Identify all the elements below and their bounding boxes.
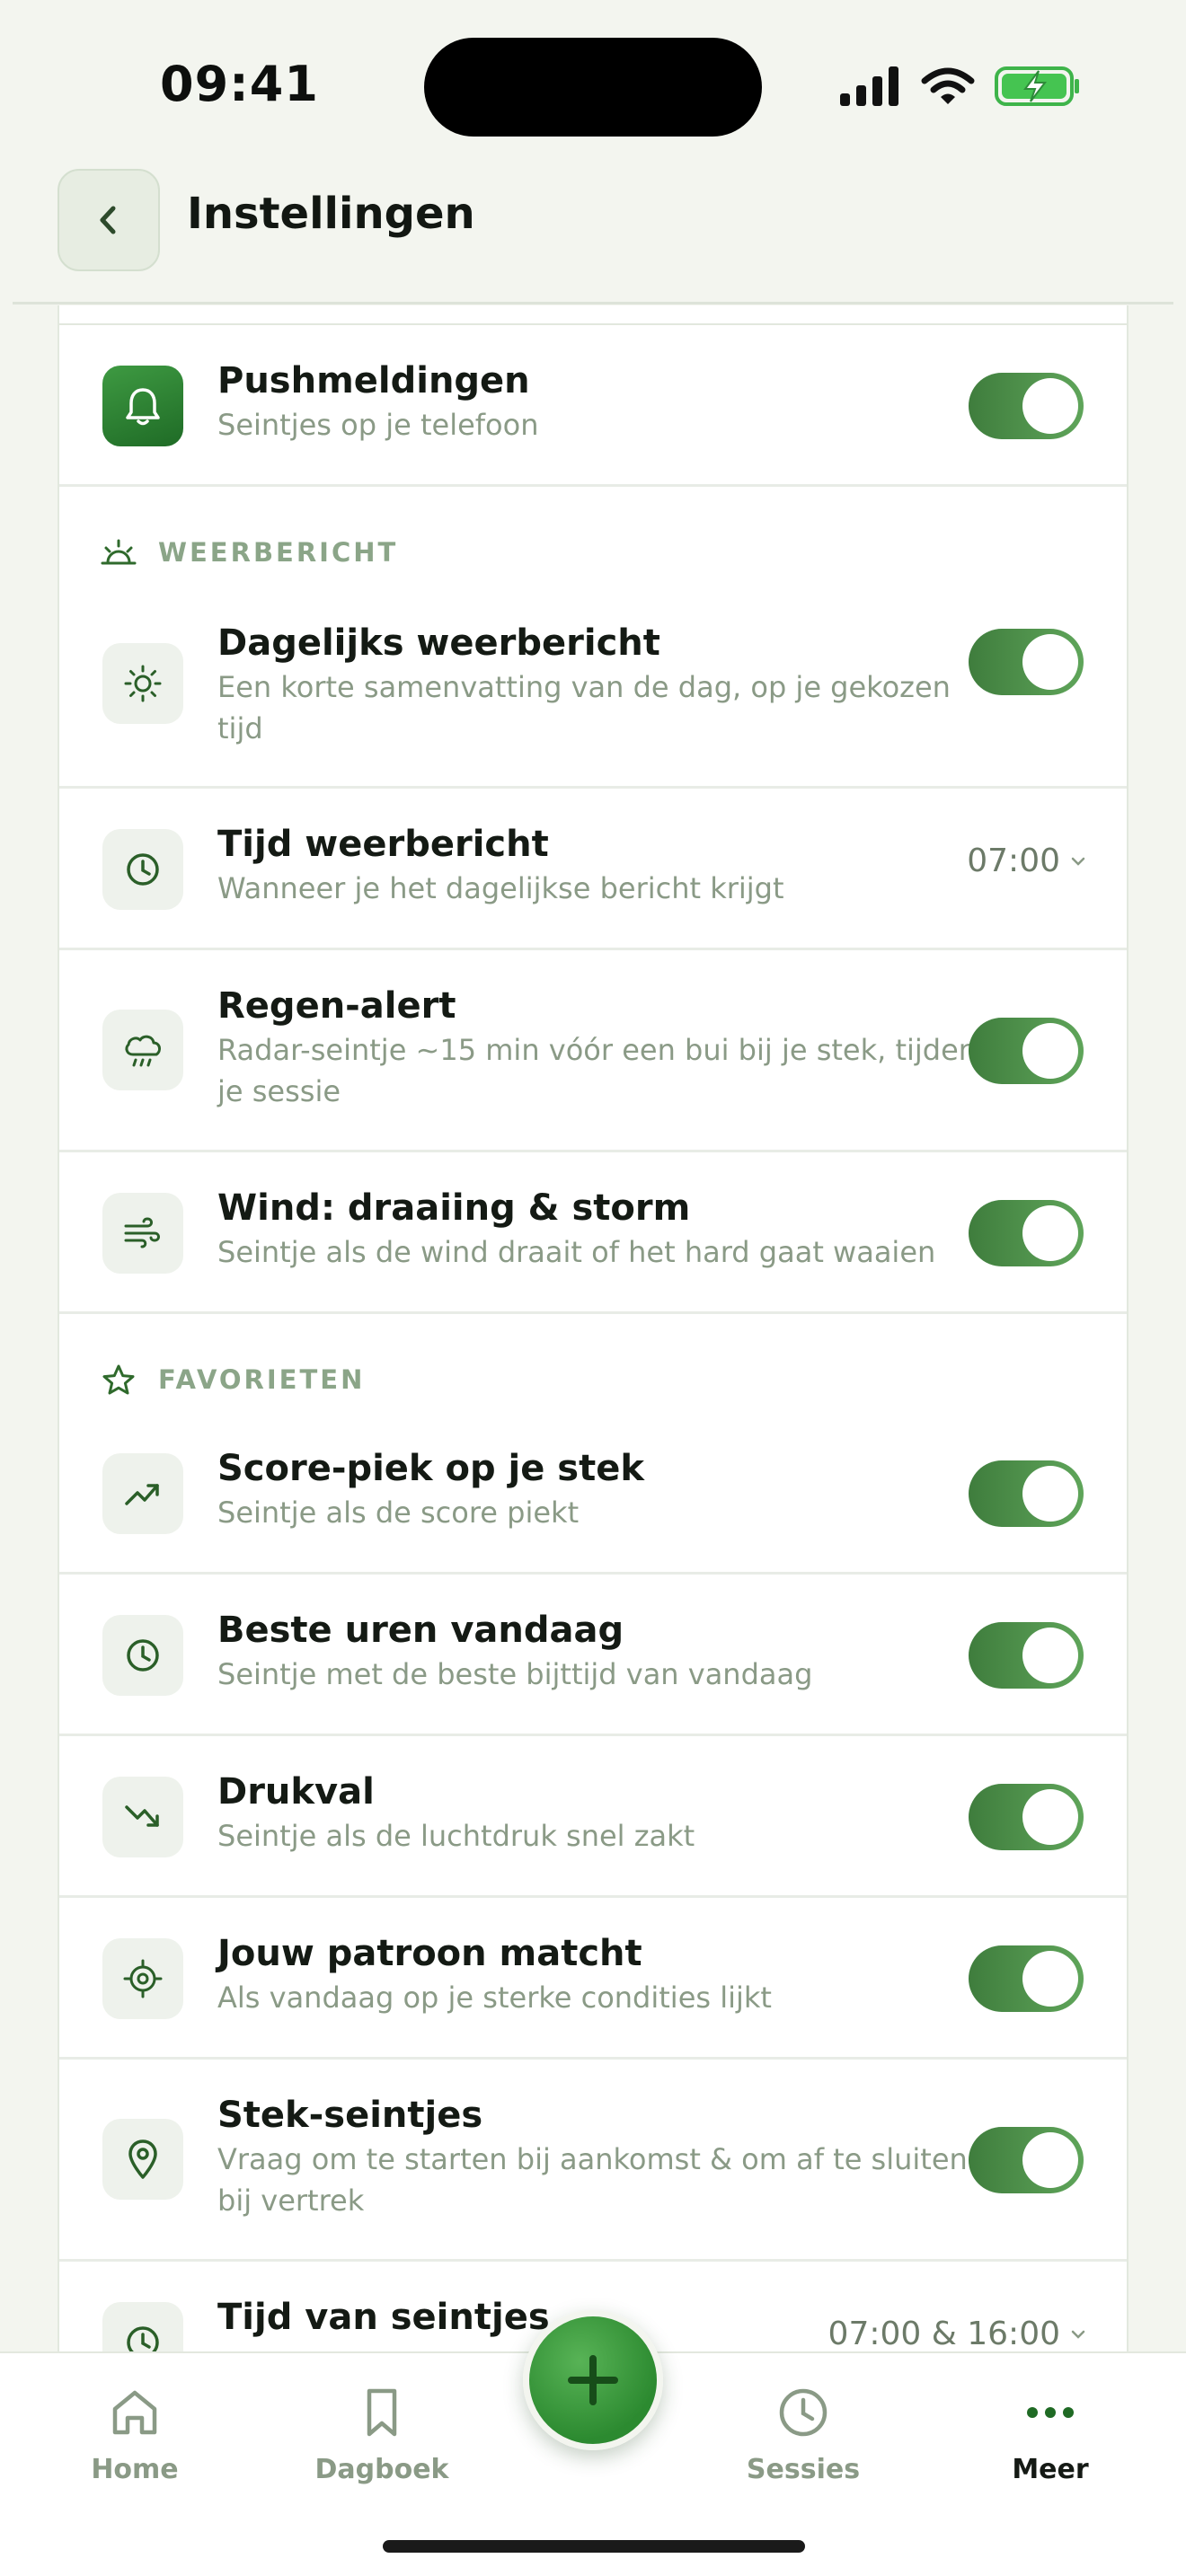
setting-row-best-hours[interactable]: Beste uren vandaag Seintje met de beste … — [59, 1575, 1127, 1736]
setting-subtitle: Wanneer je het dagelijkse bericht krijgt — [217, 871, 784, 905]
nav-journal[interactable]: Dagboek — [292, 2386, 472, 2485]
select-value: 07:00 — [967, 842, 1060, 879]
page-title: Instellingen — [187, 189, 475, 239]
wifi-icon — [921, 67, 975, 104]
settings-scroll-area[interactable]: Pushmeldingen Seintjes op je telefoon WE… — [0, 305, 1186, 2351]
setting-subtitle: Een korte samenvatting van de dag, op je… — [217, 670, 951, 745]
battery-charging-icon — [995, 66, 1079, 106]
section-label: WEERBERICHT — [158, 537, 399, 568]
target-icon — [102, 1938, 183, 2019]
setting-row-push[interactable]: Pushmeldingen Seintjes op je telefoon — [59, 325, 1127, 487]
setting-subtitle: Radar-seintje ~15 min vóór een bui bij j… — [217, 1033, 992, 1108]
setting-subtitle: Vraag om te starten bij aankomst & om af… — [217, 2142, 968, 2218]
wind-icon — [102, 1193, 183, 1274]
best-hours-toggle[interactable] — [969, 1622, 1084, 1689]
clock-icon — [102, 829, 183, 910]
clock-icon — [102, 2302, 183, 2351]
daily-weather-toggle[interactable] — [969, 629, 1084, 695]
setting-subtitle: Seintje als de score piekt — [217, 1495, 580, 1530]
app-screen: 09:41 Instellingen Pushmeldingen Seintje… — [0, 0, 1186, 2576]
setting-subtitle: Seintjes op je telefoon — [217, 408, 539, 442]
nav-label: Dagboek — [314, 2454, 449, 2485]
clock-icon — [779, 2388, 828, 2437]
chevron-down-icon — [1071, 2330, 1085, 2339]
dynamic-island — [424, 38, 762, 137]
section-label: FAVORIETEN — [158, 1364, 366, 1395]
wind-toggle[interactable] — [969, 1200, 1084, 1266]
header-divider — [13, 302, 1173, 304]
setting-row-pressure-drop[interactable]: Drukval Seintje als de luchtdruk snel za… — [59, 1736, 1127, 1898]
setting-subtitle: Seintje met de beste bijttijd van vandaa… — [217, 1657, 813, 1691]
status-bar: 09:41 — [0, 0, 1186, 162]
setting-title: Regen-alert — [217, 985, 456, 1027]
spot-alerts-toggle[interactable] — [969, 2127, 1084, 2193]
section-header-favorites: FAVORIETEN — [59, 1314, 1127, 1413]
setting-row-spot-alerts[interactable]: Stek-seintjes Vraag om te starten bij aa… — [59, 2060, 1127, 2262]
setting-subtitle: Seintje als de luchtdruk snel zakt — [217, 1819, 695, 1853]
setting-subtitle: Seintje als de wind draait of het hard g… — [217, 1235, 936, 1269]
card-top-edge — [58, 305, 1128, 325]
cellular-signal-icon — [840, 66, 898, 106]
setting-title: Beste uren vandaag — [217, 1610, 624, 1651]
nav-label: Home — [91, 2454, 179, 2485]
plus-icon — [568, 2355, 618, 2405]
push-toggle[interactable] — [969, 373, 1084, 439]
back-button[interactable] — [58, 169, 160, 271]
setting-title: Stek-seintjes — [217, 2095, 483, 2136]
setting-row-weather-time[interactable]: Tijd weerbericht Wanneer je het dagelijk… — [59, 789, 1127, 950]
setting-title: Score-piek op je stek — [217, 1448, 644, 1489]
status-time: 09:41 — [160, 56, 319, 112]
clock-icon — [102, 1615, 183, 1696]
more-dots-icon — [1027, 2407, 1074, 2418]
rain-cloud-icon — [102, 1010, 183, 1090]
setting-title: Drukval — [217, 1771, 375, 1813]
status-icons — [840, 59, 1081, 113]
home-indicator — [383, 2540, 805, 2553]
setting-title: Tijd weerbericht — [217, 824, 549, 865]
nav-label: Sessies — [746, 2454, 861, 2485]
home-icon — [112, 2390, 157, 2435]
setting-row-pattern-match[interactable]: Jouw patroon matcht Als vandaag op je st… — [59, 1898, 1127, 2060]
setting-row-rain-alert[interactable]: Regen-alert Radar-seintje ~15 min vóór e… — [59, 950, 1127, 1152]
select-value: 07:00 & 16:00 — [828, 2316, 1060, 2351]
setting-row-daily-weather[interactable]: Dagelijks weerbericht Een korte samenvat… — [59, 595, 1127, 789]
notification-settings-card: Pushmeldingen Seintjes op je telefoon WE… — [58, 323, 1128, 2351]
weather-time-select[interactable]: 07:00 — [967, 842, 1087, 879]
location-pin-icon — [102, 2119, 183, 2200]
rain-alert-toggle[interactable] — [969, 1018, 1084, 1084]
chevron-left-icon — [100, 206, 116, 234]
top-header: Instellingen — [0, 162, 1186, 304]
trend-up-icon — [102, 1453, 183, 1534]
nav-sessions[interactable]: Sessies — [713, 2386, 893, 2485]
trend-down-icon — [102, 1777, 183, 1857]
setting-subtitle: Als vandaag op je sterke condities lijkt — [217, 1981, 772, 2015]
bell-icon — [102, 366, 183, 446]
score-peak-toggle[interactable] — [969, 1460, 1084, 1527]
setting-title: Dagelijks weerbericht — [217, 622, 660, 664]
chevron-down-icon — [1071, 857, 1085, 866]
nav-more[interactable]: Meer — [960, 2386, 1140, 2485]
setting-title: Wind: draaiing & storm — [217, 1187, 691, 1229]
sun-icon — [102, 643, 183, 724]
setting-title: Jouw patroon matcht — [217, 1933, 642, 1974]
bookmark-icon — [367, 2388, 397, 2437]
nav-label: Meer — [1012, 2454, 1089, 2485]
setting-row-score-peak[interactable]: Score-piek op je stek Seintje als de sco… — [59, 1413, 1127, 1575]
pattern-match-toggle[interactable] — [969, 1945, 1084, 2012]
star-icon — [102, 1364, 135, 1395]
setting-title: Pushmeldingen — [217, 360, 530, 401]
nav-home[interactable]: Home — [45, 2386, 225, 2485]
setting-row-wind[interactable]: Wind: draaiing & storm Seintje als de wi… — [59, 1152, 1127, 1314]
sunset-icon — [101, 539, 137, 565]
add-button[interactable] — [523, 2310, 663, 2450]
section-header-weather: WEERBERICHT — [59, 487, 1127, 595]
alert-times-select[interactable]: 07:00 & 16:00 — [828, 2316, 1087, 2351]
pressure-drop-toggle[interactable] — [969, 1784, 1084, 1850]
